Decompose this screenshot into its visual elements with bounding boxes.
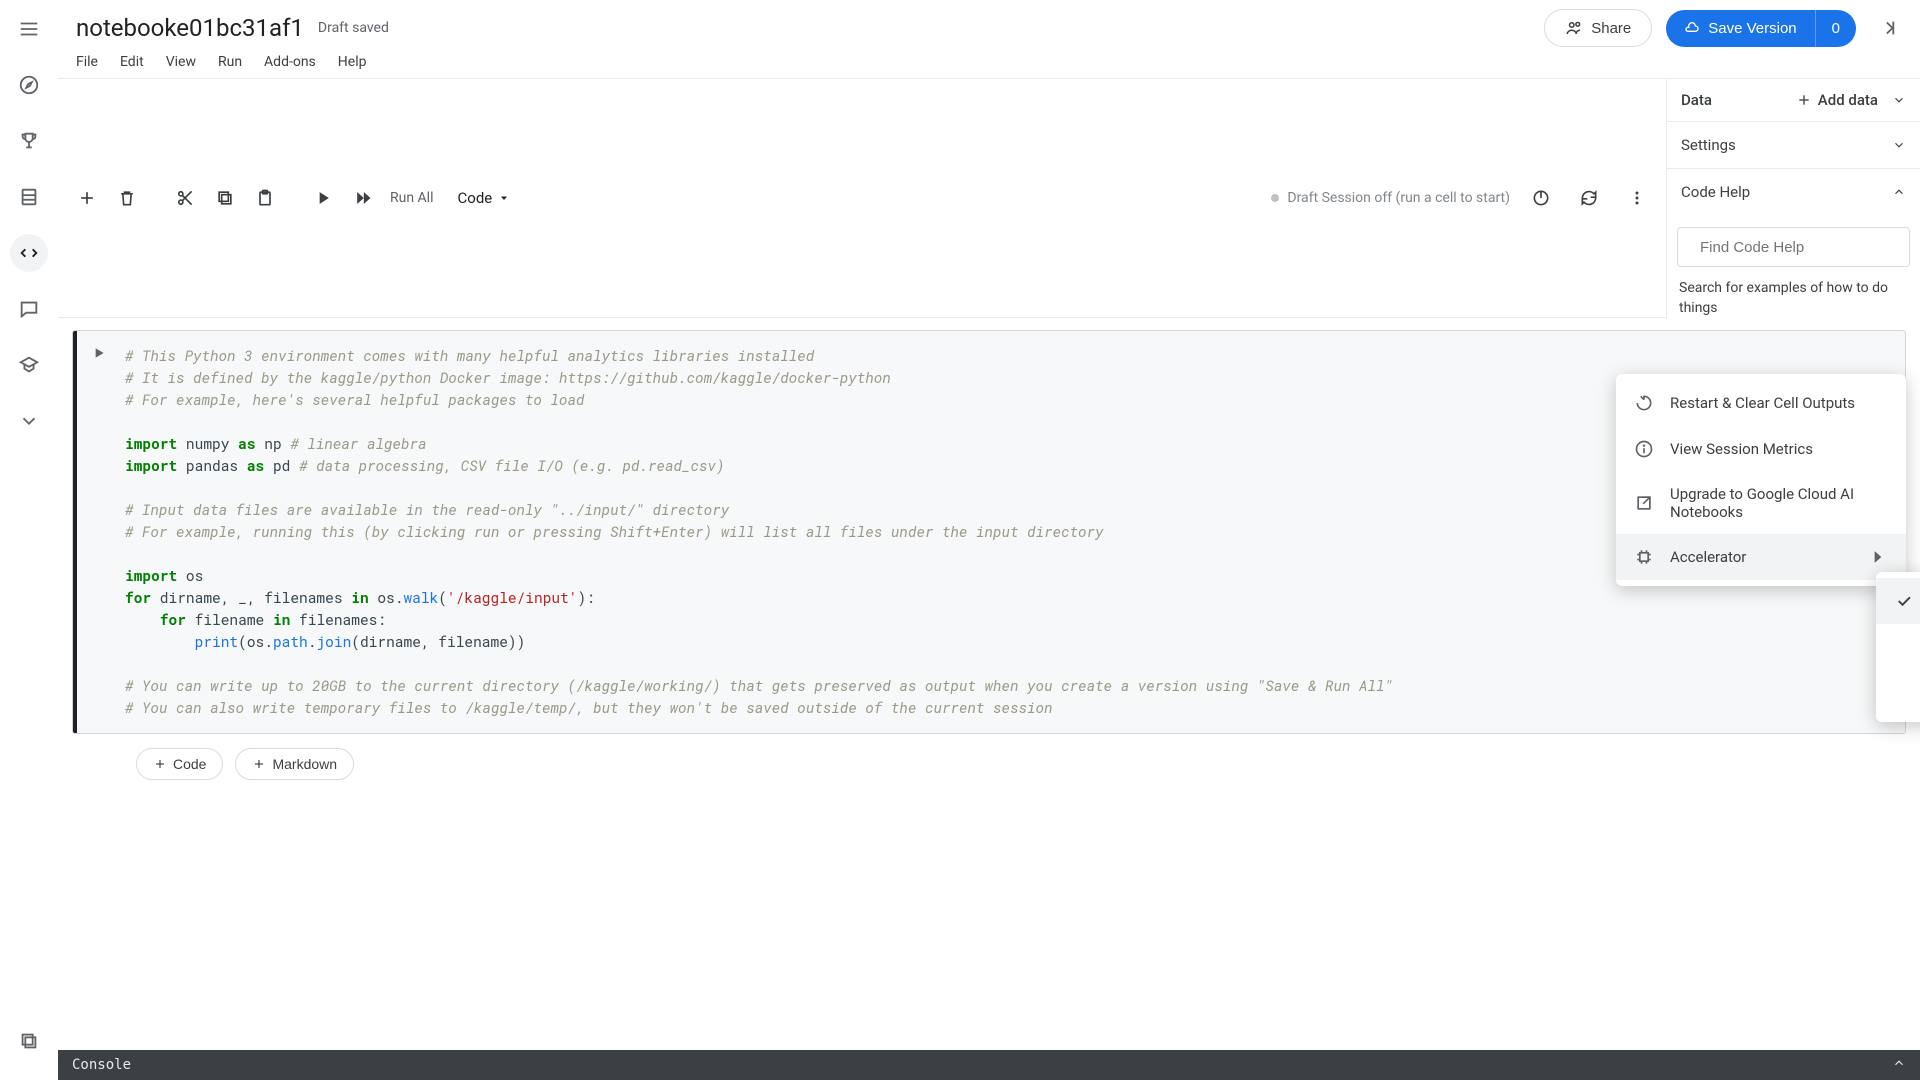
main-area: notebooke01bc31af1 Draft saved Share Sav… xyxy=(58,0,1920,1080)
add-data-button[interactable]: Add data xyxy=(1796,91,1878,109)
compass-icon[interactable] xyxy=(10,66,48,104)
add-markdown-button[interactable]: Markdown xyxy=(235,748,354,780)
info-icon xyxy=(1634,439,1654,459)
console-bar[interactable]: Console xyxy=(58,1050,1920,1080)
trophy-icon[interactable] xyxy=(10,122,48,160)
save-label: Save Version xyxy=(1708,20,1796,37)
chat-icon[interactable] xyxy=(10,290,48,328)
menu-addons[interactable]: Add-ons xyxy=(264,54,316,70)
session-status: Draft Session off (run a cell to start) xyxy=(1271,190,1510,206)
check-icon xyxy=(1894,591,1914,611)
save-version-button[interactable]: Save Version xyxy=(1666,10,1814,47)
run-all-button[interactable] xyxy=(346,181,380,215)
right-sidebar: Data Add data Settings Code Help Search … xyxy=(1666,78,1920,318)
education-icon[interactable] xyxy=(10,346,48,384)
code-help-hint: Search for examples of how to do things xyxy=(1667,279,1920,318)
data-panel-header[interactable]: Data Add data xyxy=(1667,79,1920,122)
add-code-label: Code xyxy=(173,756,206,772)
menu-accel-label: Accelerator xyxy=(1670,548,1746,566)
share-label: Share xyxy=(1591,20,1631,37)
toolbar: Run All Code Draft Session off (run a ce… xyxy=(58,78,1666,318)
accelerator-submenu: None GPU TPU v3-8 xyxy=(1876,572,1920,722)
more-button[interactable] xyxy=(1620,181,1654,215)
play-icon xyxy=(91,345,107,361)
people-icon xyxy=(1565,19,1583,37)
menu-bar: File Edit View Run Add-ons Help xyxy=(58,48,1920,78)
caret-down-icon xyxy=(498,192,510,204)
chip-icon xyxy=(1634,547,1654,567)
cell-type-label: Code xyxy=(458,189,493,207)
notebook-area: # This Python 3 environment comes with m… xyxy=(58,318,1920,1080)
menu-icon[interactable] xyxy=(10,10,48,48)
run-all-label[interactable]: Run All xyxy=(390,190,434,206)
code-help-panel-header[interactable]: Code Help xyxy=(1667,169,1920,215)
save-button-group: Save Version 0 xyxy=(1666,10,1856,47)
plus-icon xyxy=(252,757,266,771)
database-icon[interactable] xyxy=(10,178,48,216)
code-icon[interactable] xyxy=(10,234,48,272)
plus-icon xyxy=(153,757,167,771)
console-label: Console xyxy=(72,1057,131,1073)
draft-saved-label: Draft saved xyxy=(318,20,389,36)
copy-icon[interactable] xyxy=(10,1022,48,1060)
status-dot-icon xyxy=(1271,194,1279,202)
add-cell-button[interactable] xyxy=(70,181,104,215)
add-code-button[interactable]: Code xyxy=(136,748,223,780)
copy-button[interactable] xyxy=(208,181,242,215)
power-button[interactable] xyxy=(1524,181,1558,215)
menu-upgrade-label: Upgrade to Google Cloud AI Notebooks xyxy=(1670,485,1888,521)
accel-none[interactable]: None xyxy=(1876,578,1920,624)
menu-run[interactable]: Run xyxy=(218,54,242,70)
share-button[interactable]: Share xyxy=(1544,9,1652,47)
session-menu: Restart & Clear Cell Outputs View Sessio… xyxy=(1616,374,1906,586)
run-cell-button[interactable] xyxy=(306,181,340,215)
cloud-sync-icon xyxy=(1684,20,1700,36)
plus-icon xyxy=(1796,92,1812,108)
accel-tpu[interactable]: TPU v3-8 xyxy=(1876,670,1920,716)
code-help-input[interactable] xyxy=(1700,239,1899,256)
session-status-label: Draft Session off (run a cell to start) xyxy=(1287,190,1510,206)
menu-upgrade[interactable]: Upgrade to Google Cloud AI Notebooks xyxy=(1616,472,1906,534)
code-help-label: Code Help xyxy=(1681,183,1750,201)
menu-help[interactable]: Help xyxy=(338,54,367,70)
menu-view[interactable]: View xyxy=(166,54,196,70)
add-data-label: Add data xyxy=(1818,91,1878,109)
cut-button[interactable] xyxy=(168,181,202,215)
chevron-up-icon[interactable] xyxy=(1892,1056,1906,1074)
external-link-icon xyxy=(1634,493,1654,513)
cell-run-button[interactable] xyxy=(77,331,121,733)
version-count-button[interactable]: 0 xyxy=(1815,10,1856,47)
left-rail xyxy=(0,0,58,1080)
accel-gpu[interactable]: GPU xyxy=(1876,624,1920,670)
chevron-down-icon[interactable] xyxy=(10,402,48,440)
cell-type-dropdown[interactable]: Code xyxy=(450,185,519,211)
chevron-up-icon xyxy=(1892,185,1906,199)
menu-metrics-label: View Session Metrics xyxy=(1670,440,1813,458)
menu-accelerator[interactable]: Accelerator xyxy=(1616,534,1906,580)
restart-icon xyxy=(1634,393,1654,413)
notebook-title[interactable]: notebooke01bc31af1 xyxy=(76,14,304,42)
data-label: Data xyxy=(1681,91,1712,109)
caret-right-icon xyxy=(1868,547,1888,567)
chevron-down-icon xyxy=(1892,138,1906,152)
delete-cell-button[interactable] xyxy=(110,181,144,215)
paste-button[interactable] xyxy=(248,181,282,215)
content-area: # This Python 3 environment comes with m… xyxy=(58,318,1920,1080)
menu-restart[interactable]: Restart & Clear Cell Outputs xyxy=(1616,380,1906,426)
chevron-down-icon[interactable] xyxy=(1892,93,1906,107)
collapse-sidebar-icon[interactable] xyxy=(1870,12,1902,44)
toolbar-wrap: Run All Code Draft Session off (run a ce… xyxy=(58,78,1920,318)
menu-edit[interactable]: Edit xyxy=(120,54,144,70)
header: notebooke01bc31af1 Draft saved Share Sav… xyxy=(58,0,1920,48)
menu-file[interactable]: File xyxy=(76,54,98,70)
add-cell-row: Code Markdown xyxy=(136,748,1906,780)
menu-restart-label: Restart & Clear Cell Outputs xyxy=(1670,394,1855,412)
add-markdown-label: Markdown xyxy=(272,756,337,772)
refresh-button[interactable] xyxy=(1572,181,1606,215)
settings-label: Settings xyxy=(1681,136,1736,154)
menu-metrics[interactable]: View Session Metrics xyxy=(1616,426,1906,472)
settings-panel-header[interactable]: Settings xyxy=(1667,122,1920,169)
code-help-search[interactable] xyxy=(1677,227,1910,267)
